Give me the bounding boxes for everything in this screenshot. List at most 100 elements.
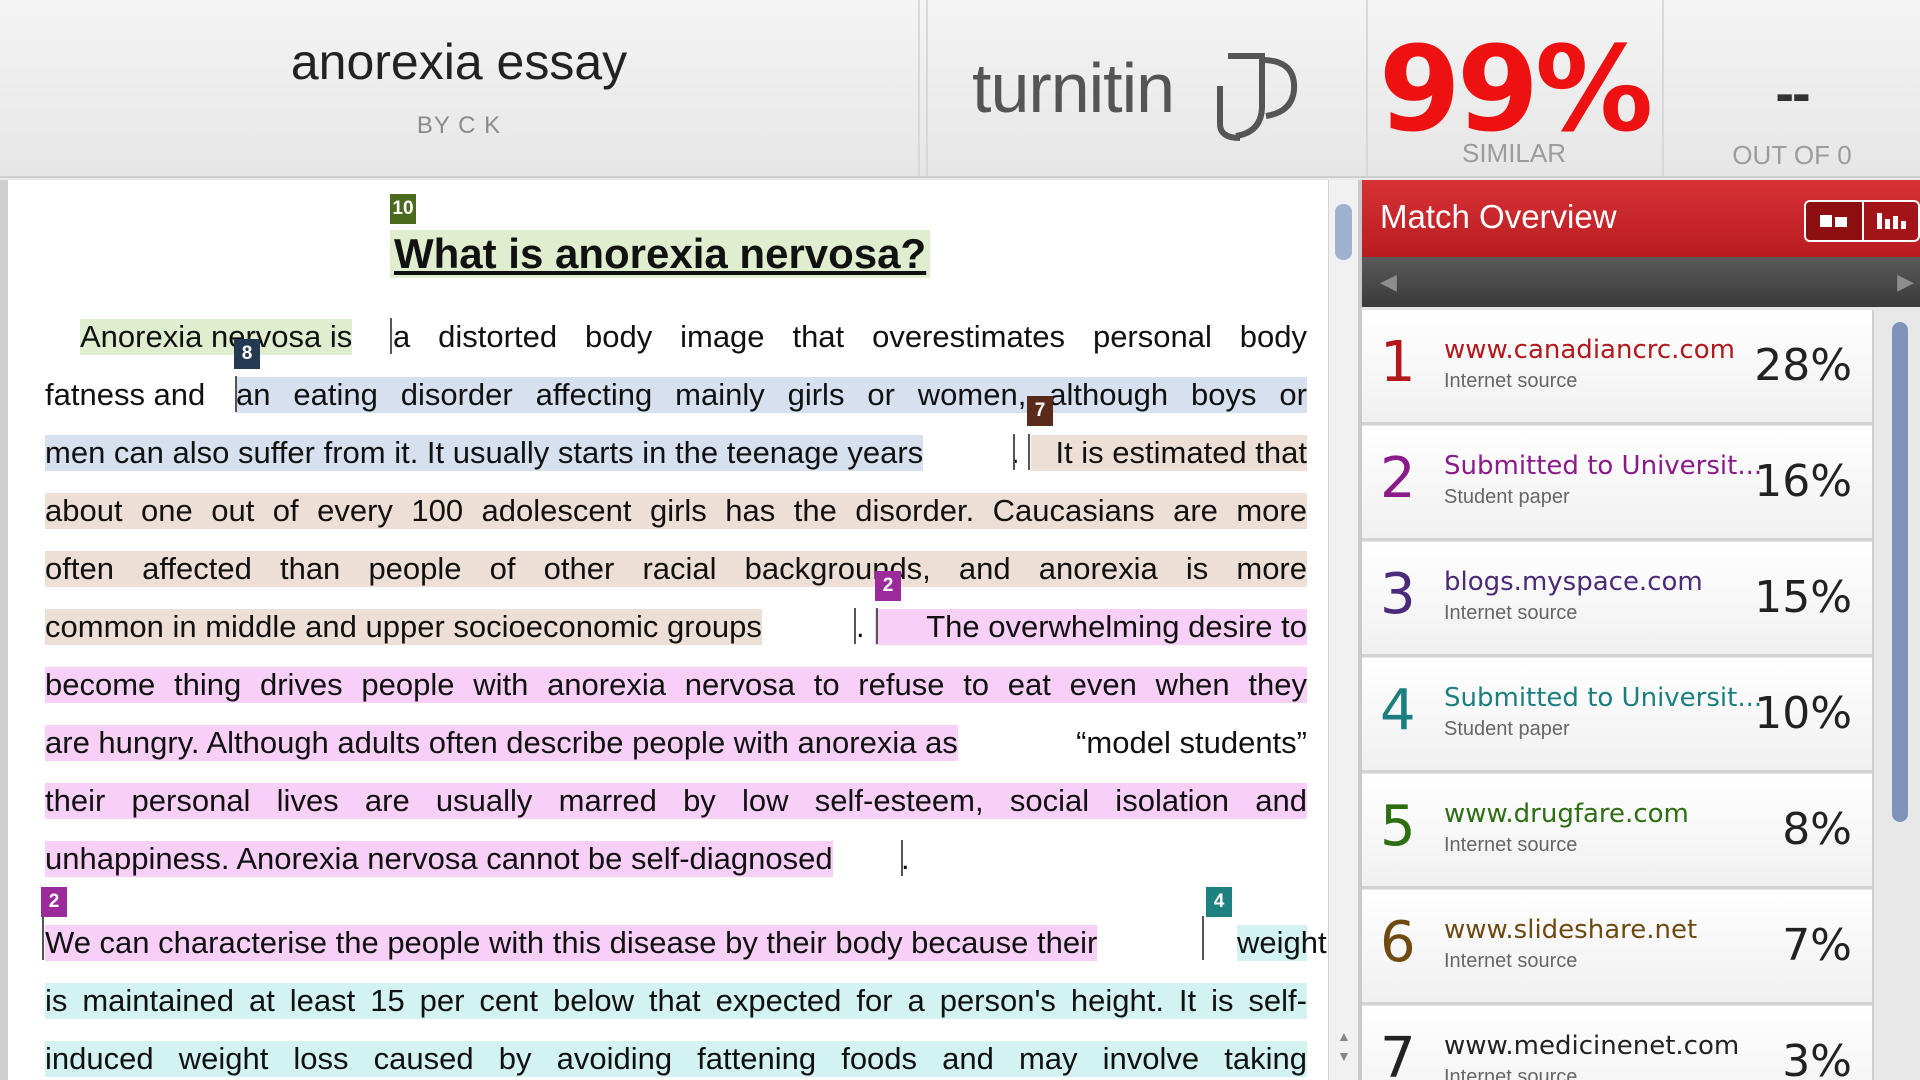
match-badge-10[interactable]: 10 (390, 194, 416, 224)
match-rank: 5 (1380, 794, 1416, 859)
report-header: anorexia essay BY C K turnitin 99% SIMIL… (0, 0, 1920, 178)
grade-value: -- (1775, 61, 1810, 124)
document-scrollbar-thumb[interactable] (1335, 204, 1352, 260)
view-toggle[interactable] (1804, 200, 1920, 242)
match-source[interactable]: Submitted to Universit... (1444, 683, 1762, 713)
match-percent: 7% (1782, 920, 1852, 971)
document-author: BY C K (416, 112, 502, 139)
match-marker (42, 916, 44, 960)
matched-text[interactable]: is maintained at least 15 per cent below… (45, 983, 1307, 1019)
match-overview-title: Match Overview (1380, 198, 1617, 235)
matched-text[interactable]: an eating disorder affecting mainly girl… (236, 377, 1307, 413)
matched-text[interactable]: often affected than people of other raci… (45, 551, 1307, 587)
match-source[interactable]: www.medicinenet.com (1444, 1031, 1739, 1061)
matched-text[interactable]: The overwhelming desire to (875, 609, 1307, 645)
match-source-type: Student paper (1444, 718, 1570, 740)
similarity-label: SIMILAR (1461, 138, 1567, 168)
match-rank: 3 (1380, 562, 1416, 627)
document-heading: What is anorexia nervosa? (390, 230, 931, 278)
unmatched-text: . (856, 609, 865, 644)
match-item[interactable]: 1 www.canadiancrc.com Internet source 28… (1362, 310, 1872, 425)
text-line: unhappiness. Anorexia nervosa cannot be … (45, 841, 1307, 877)
match-source[interactable]: www.slideshare.net (1444, 915, 1697, 945)
previous-arrow-icon[interactable]: ◀ (1380, 269, 1397, 295)
match-source[interactable]: www.canadiancrc.com (1444, 335, 1735, 365)
match-percent: 28% (1754, 340, 1852, 391)
matched-text[interactable]: men can also suffer from it. It usually … (45, 435, 924, 471)
single-view-icon[interactable] (1806, 202, 1862, 240)
document-scrollbar[interactable]: ▲ ▼ (1328, 180, 1359, 1080)
match-marker (1202, 916, 1204, 960)
unmatched-text: fatness and (45, 377, 206, 412)
document-content: 10 What is anorexia nervosa? Anorexia ne… (8, 180, 1328, 1080)
match-marker (390, 318, 392, 354)
match-marker (235, 376, 237, 412)
scroll-down-arrow-icon[interactable]: ▼ (1337, 1048, 1351, 1064)
similarity-index[interactable]: 99% SIMILAR (1368, 0, 1660, 176)
match-source-type: Internet source (1444, 602, 1578, 624)
match-list: 1 www.canadiancrc.com Internet source 28… (1362, 310, 1872, 1080)
document-title: anorexia essay (290, 34, 628, 90)
match-source-type: Internet source (1444, 1066, 1578, 1080)
match-percent: 8% (1782, 804, 1852, 855)
matched-text[interactable]: unhappiness. Anorexia nervosa cannot be … (45, 841, 833, 877)
match-list-scrollbar-thumb[interactable] (1892, 322, 1908, 822)
matched-text[interactable]: their personal lives are usually marred … (45, 783, 1307, 819)
match-percent: 16% (1754, 456, 1852, 507)
bar-view-icon[interactable] (1862, 202, 1918, 240)
match-item[interactable]: 5 www.drugfare.com Internet source 8% (1362, 774, 1872, 889)
match-item[interactable]: 6 www.slideshare.net Internet source 7% (1362, 890, 1872, 1005)
unmatched-text: “model students” (1076, 725, 1307, 760)
matched-text[interactable]: We can characterise the people with this… (45, 925, 1098, 961)
match-badge-8[interactable]: 8 (234, 339, 260, 369)
match-overview-panel: Match Overview ◀ ▶ 1 www.canadiancrc.com… (1358, 180, 1920, 1080)
match-badge-4[interactable]: 4 (1206, 887, 1232, 917)
match-source[interactable]: blogs.myspace.com (1444, 567, 1703, 597)
match-item[interactable]: 4 Submitted to Universit... Student pape… (1362, 658, 1872, 773)
match-marker (901, 840, 903, 876)
match-percent: 3% (1782, 1036, 1852, 1080)
match-marker (1028, 434, 1030, 470)
matched-text[interactable]: about one out of every 100 adolescent gi… (45, 493, 1307, 529)
matched-text[interactable]: become thing drives people with anorexia… (45, 667, 1307, 703)
match-marker (1013, 434, 1015, 470)
matched-text[interactable]: are hungry. Although adults often descri… (45, 725, 958, 761)
match-item[interactable]: 7 www.medicinenet.com Internet source 3% (1362, 1006, 1872, 1080)
matched-text[interactable]: weight (1237, 925, 1327, 961)
match-percent: 10% (1754, 688, 1852, 739)
match-overview-header: Match Overview (1362, 180, 1920, 257)
match-source[interactable]: www.drugfare.com (1444, 799, 1689, 829)
match-item[interactable]: 3 blogs.myspace.com Internet source 15% (1362, 542, 1872, 657)
grade-box[interactable]: -- OUT OF 0 (1664, 0, 1920, 176)
scroll-up-arrow-icon[interactable]: ▲ (1337, 1028, 1351, 1044)
match-badge-7[interactable]: 7 (1027, 396, 1053, 426)
match-percent: 15% (1754, 572, 1852, 623)
match-item[interactable]: 2 Submitted to Universit... Student pape… (1362, 426, 1872, 541)
match-rank: 1 (1380, 330, 1416, 395)
document-info: anorexia essay BY C K (0, 0, 918, 176)
turnitin-logo-text: turnitin (972, 49, 1175, 127)
text-line: common in middle and upper socioeconomic… (45, 609, 1307, 645)
match-rank: 7 (1380, 1026, 1416, 1080)
match-source-type: Internet source (1444, 370, 1578, 392)
match-source[interactable]: Submitted to Universit... (1444, 451, 1762, 481)
match-rank: 2 (1380, 446, 1416, 511)
matched-text[interactable]: It is estimated that (1031, 435, 1307, 471)
matched-text[interactable]: Anorexia nervosa is (80, 319, 353, 355)
match-rank: 4 (1380, 678, 1416, 743)
matched-text[interactable]: common in middle and upper socioeconomic… (45, 609, 762, 645)
match-badge-2[interactable]: 2 (41, 887, 67, 917)
match-badge-2[interactable]: 2 (875, 571, 901, 601)
match-list-scrollbar[interactable] (1872, 310, 1920, 1080)
match-source-type: Internet source (1444, 834, 1578, 856)
header-divider (926, 0, 928, 176)
turnitin-logo-icon (1217, 53, 1298, 141)
match-source-type: Internet source (1444, 950, 1578, 972)
next-arrow-icon[interactable]: ▶ (1897, 269, 1914, 295)
document-viewer: 10 What is anorexia nervosa? Anorexia ne… (0, 180, 1328, 1080)
text-line: men can also suffer from it. It usually … (45, 435, 1307, 471)
header-divider (918, 0, 920, 176)
matched-text[interactable]: induced weight loss caused by avoiding f… (45, 1041, 1307, 1077)
match-source-type: Student paper (1444, 486, 1570, 508)
text-line: are hungry. Although adults often descri… (45, 725, 1307, 761)
